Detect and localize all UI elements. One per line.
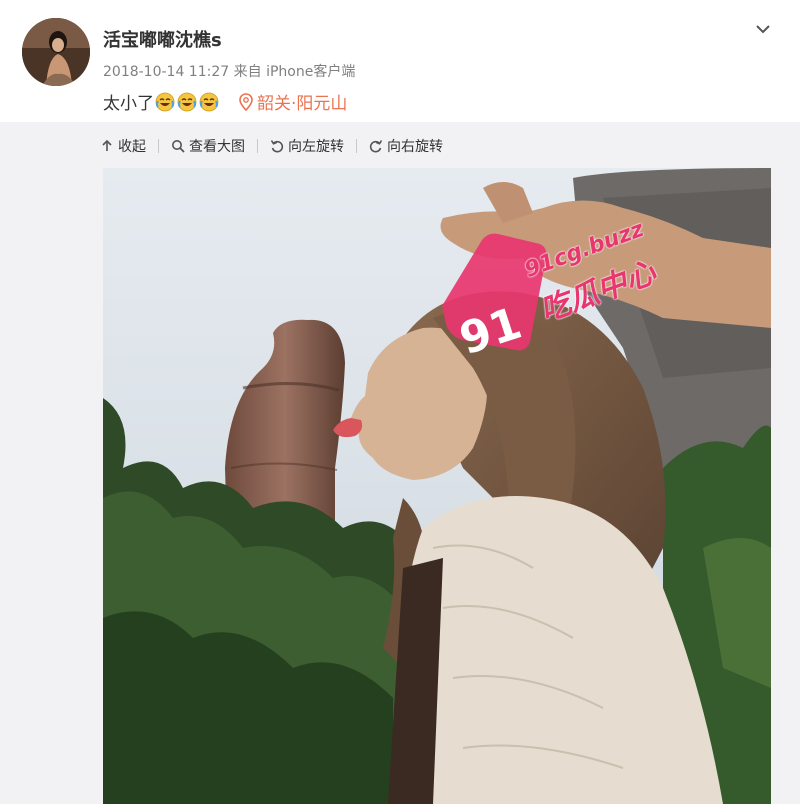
collapse-icon <box>102 139 112 151</box>
location-label: 韶关·阳元山 <box>257 94 348 114</box>
post-text: 太小了 <box>103 94 154 114</box>
rotate-right-button[interactable]: 向右旋转 <box>369 136 443 156</box>
rotate-left-button[interactable]: 向左旋转 <box>270 136 344 156</box>
username[interactable]: 活宝嘟嘟沈樵s <box>103 26 222 52</box>
rotate-left-icon <box>270 140 284 153</box>
collapse-button[interactable]: 收起 <box>100 136 146 156</box>
toolbar-divider <box>257 139 258 153</box>
view-large-button[interactable]: 查看大图 <box>171 136 245 156</box>
post-body: 太小了 韶关·阳元山 <box>103 89 347 114</box>
timestamp[interactable]: 2018-10-14 11:27 <box>103 64 229 80</box>
toolbar-divider <box>158 139 159 153</box>
post-source: 来自 iPhone客户端 <box>233 64 356 80</box>
location-link[interactable]: 韶关·阳元山 <box>239 89 347 114</box>
laughing-crying-emoji <box>199 92 219 111</box>
rotate-right-label: 向右旋转 <box>387 139 443 155</box>
avatar[interactable] <box>22 18 90 86</box>
toolbar-divider <box>356 139 357 153</box>
emoji-group <box>155 92 221 112</box>
rotate-right-icon <box>369 140 383 153</box>
location-pin-icon <box>239 92 253 111</box>
laughing-crying-emoji <box>177 92 197 111</box>
rotate-left-label: 向左旋转 <box>288 139 344 155</box>
view-large-label: 查看大图 <box>189 139 245 155</box>
chevron-down-icon[interactable] <box>750 16 776 42</box>
laughing-crying-emoji <box>155 92 175 111</box>
magnifier-icon <box>172 140 185 153</box>
media-toolbar: 收起 查看大图 向左旋转 向右旋转 <box>100 134 443 158</box>
collapse-label: 收起 <box>118 139 146 155</box>
post-meta: 2018-10-14 11:27 来自 iPhone客户端 <box>103 61 355 81</box>
